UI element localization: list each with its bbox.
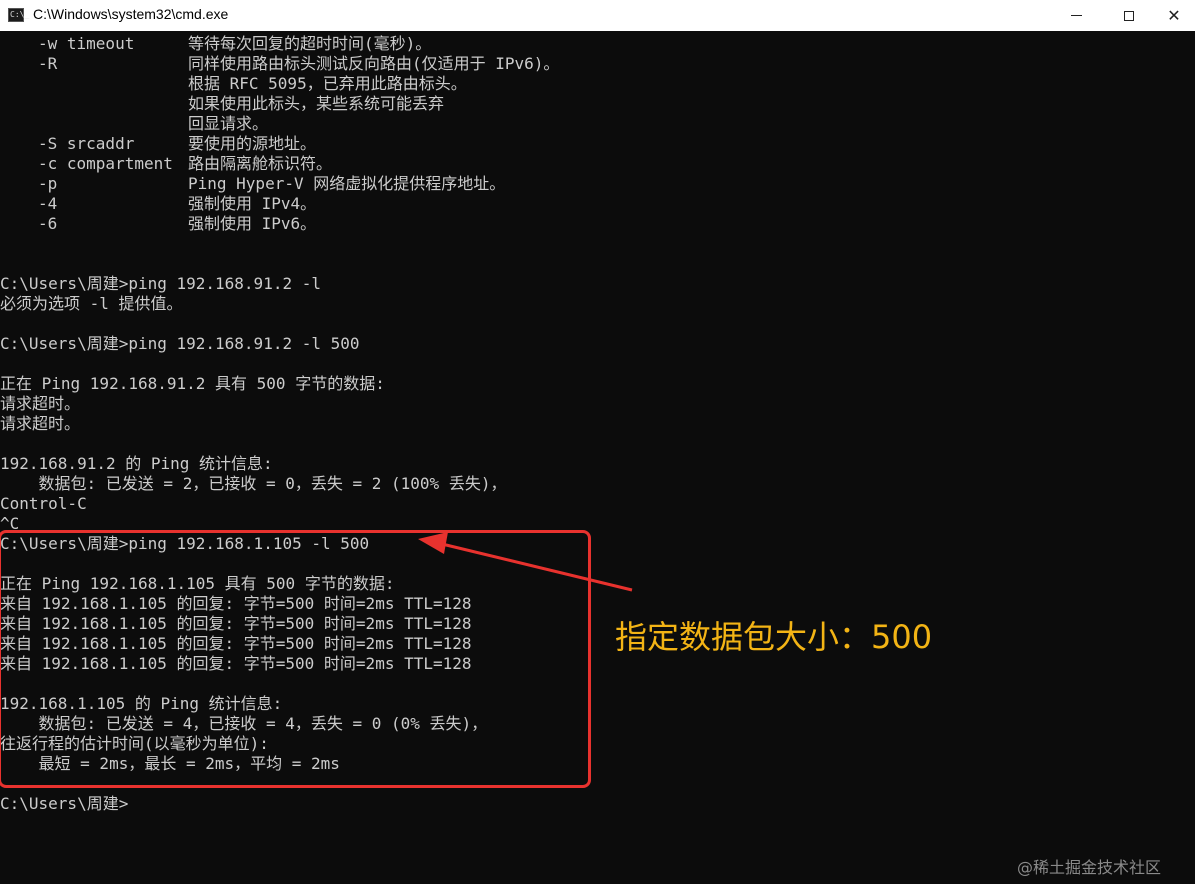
annotation-arrow bbox=[418, 532, 633, 592]
watermark: @稀土掘金技术社区 bbox=[1017, 858, 1162, 877]
annotation-label: 指定数据包大小：500 bbox=[615, 618, 933, 656]
